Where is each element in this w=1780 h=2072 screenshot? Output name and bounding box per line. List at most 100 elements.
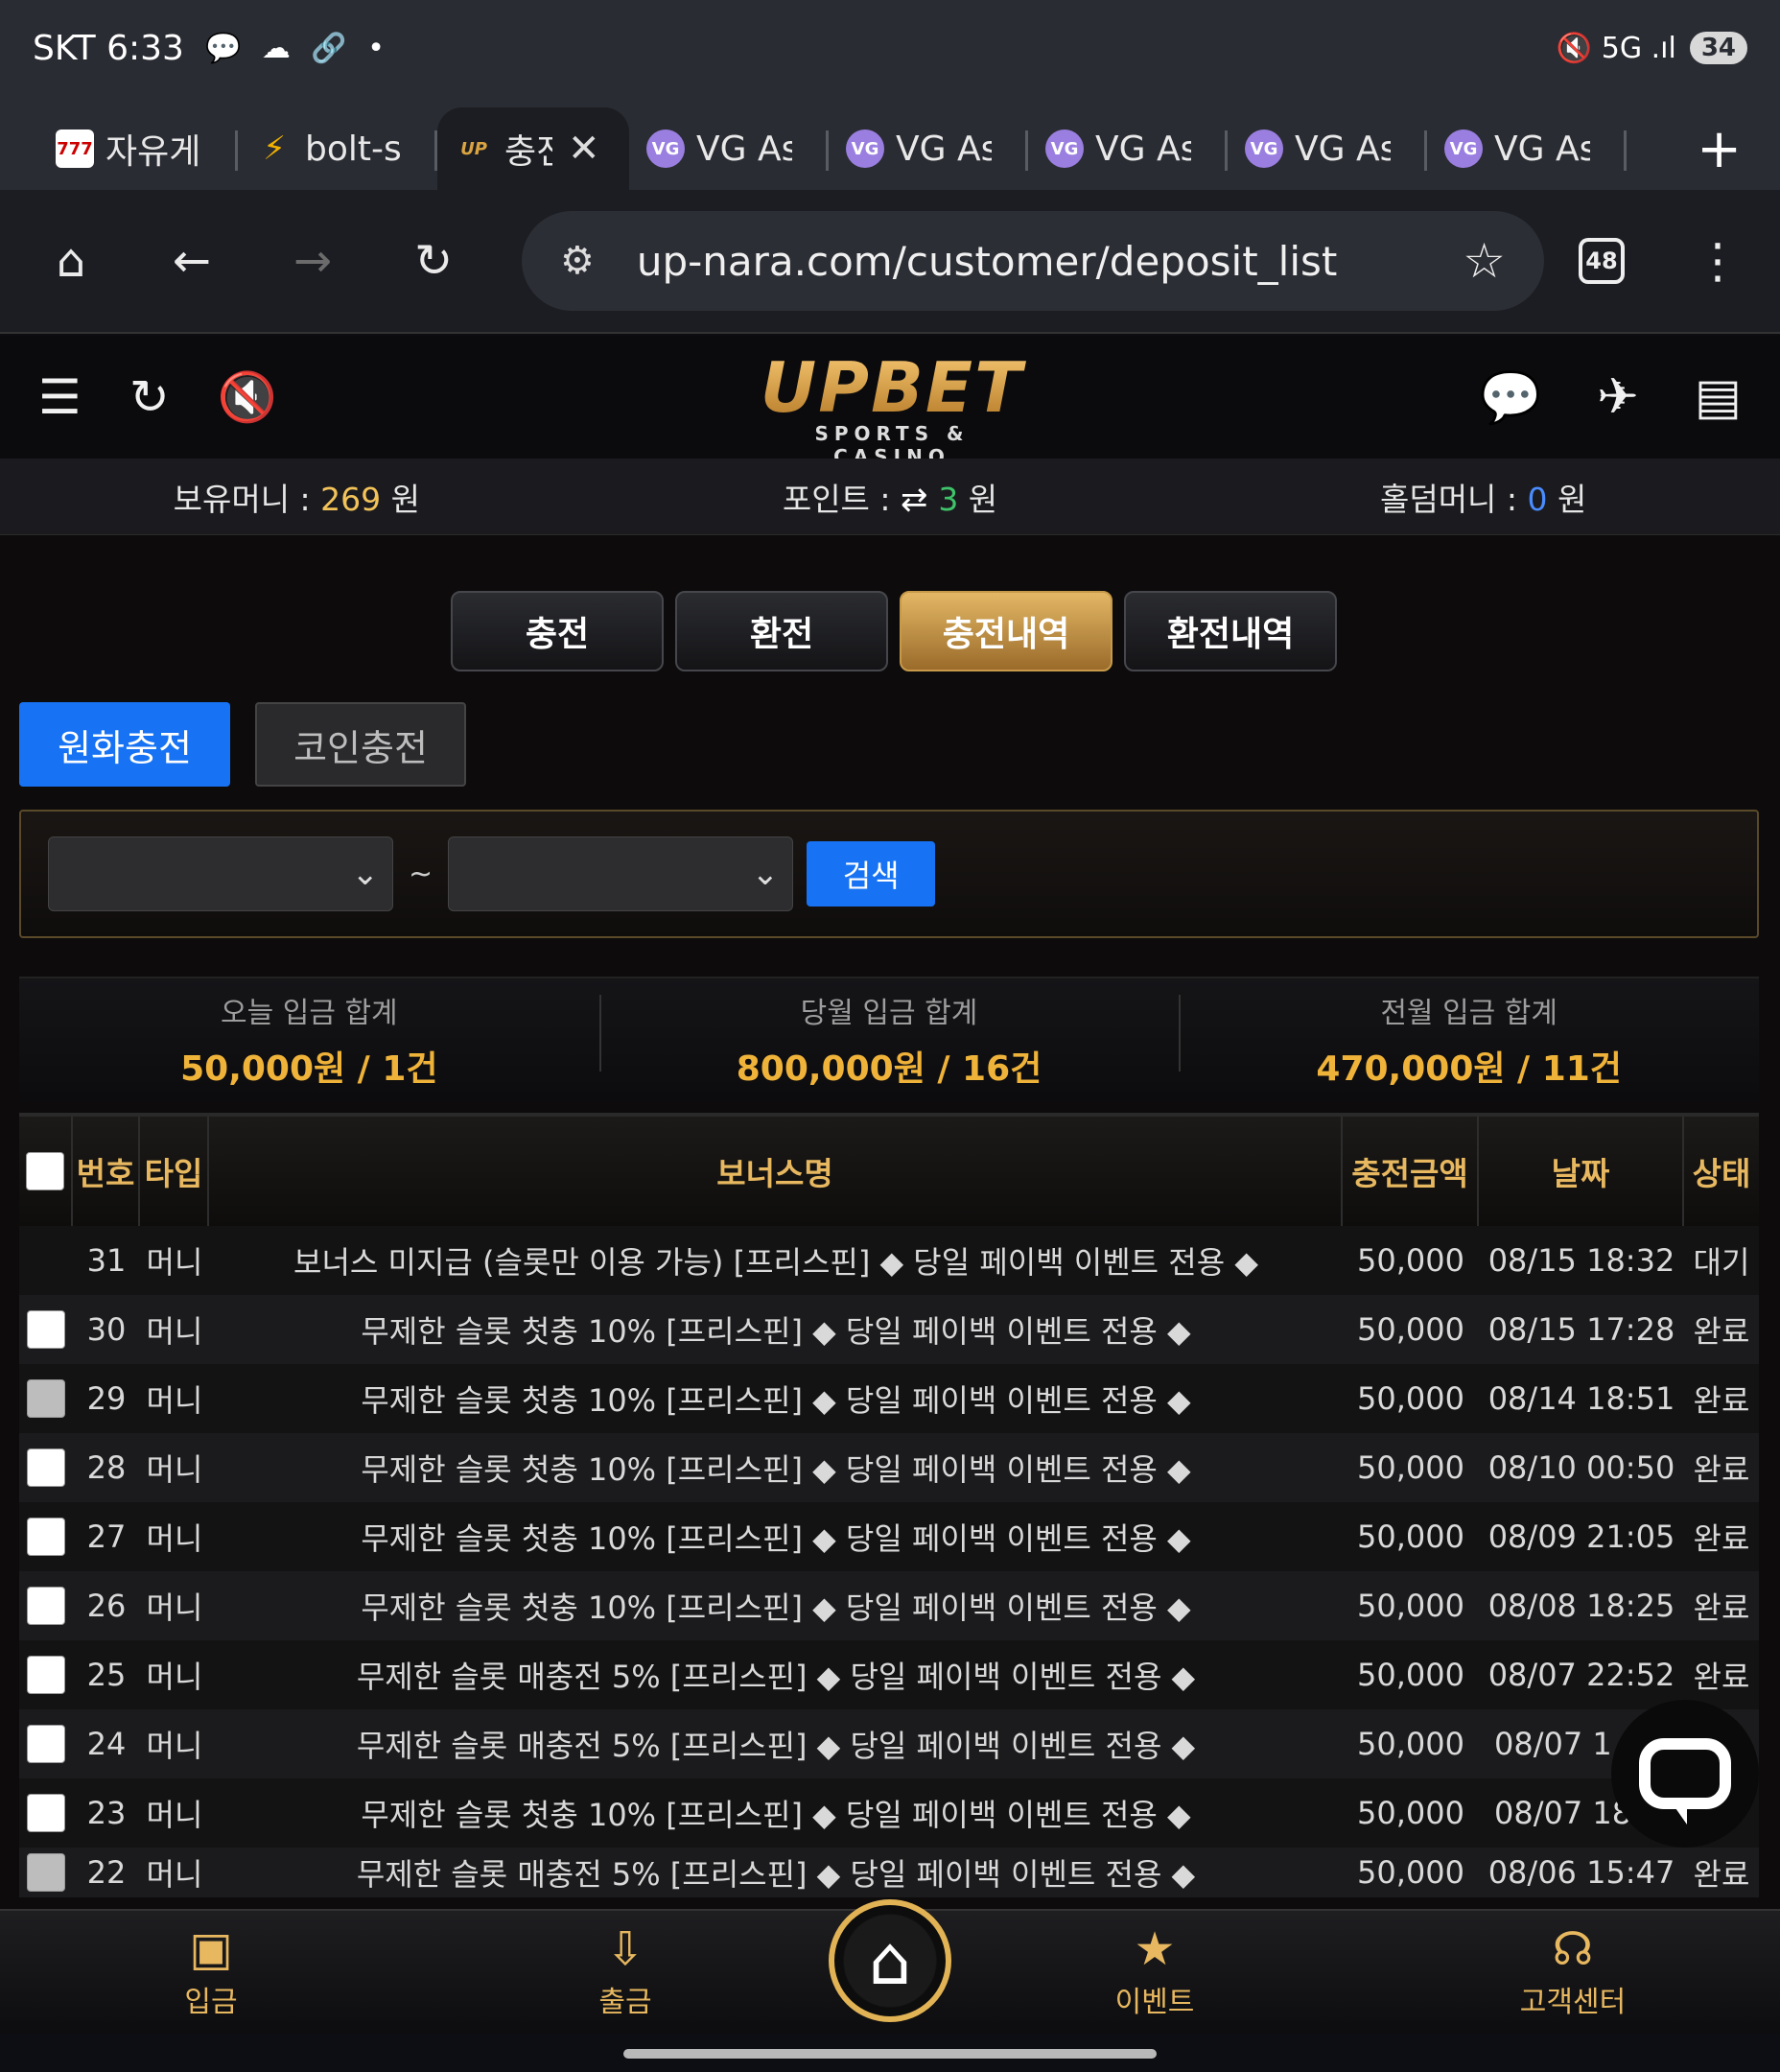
row-checkbox[interactable] bbox=[27, 1448, 65, 1487]
browser-tab[interactable]: VG VG As bbox=[629, 107, 829, 190]
tab-krw-deposit[interactable]: 원화충전 bbox=[19, 702, 230, 787]
browser-toolbar: ⌂ ← → ↻ ⚙ up-nara.com/customer/deposit_l… bbox=[0, 190, 1780, 334]
cell-no: 26 bbox=[86, 1588, 127, 1624]
cell-bonus-name: 무제한 슬롯 매충전 5% [프리스핀] ◆ 당일 페이백 이벤트 전용 ◆ bbox=[356, 1728, 1196, 1764]
address-bar[interactable]: ⚙ up-nara.com/customer/deposit_list ☆ bbox=[522, 211, 1544, 311]
row-checkbox[interactable] bbox=[27, 1518, 65, 1556]
cell-date: 08/08 18:25 bbox=[1487, 1588, 1675, 1624]
table-header: 번호 타입 보너스명 충전금액 날짜 상태 bbox=[19, 1113, 1759, 1226]
hamburger-menu-icon[interactable]: ☰ bbox=[38, 369, 82, 425]
back-icon[interactable]: ← bbox=[159, 228, 224, 294]
header-amount: 충전금액 bbox=[1343, 1117, 1479, 1226]
forward-icon[interactable]: → bbox=[280, 228, 345, 294]
search-button[interactable]: 검색 bbox=[807, 841, 936, 906]
row-checkbox[interactable] bbox=[27, 1725, 65, 1763]
table-row: 25 머니 무제한 슬롯 매충전 5% [프리스핀] ◆ 당일 페이백 이벤트 … bbox=[19, 1640, 1759, 1709]
summary-this-month: 당월 입금 합계 800,000원 / 16건 bbox=[598, 989, 1180, 1091]
gesture-handle[interactable] bbox=[623, 2049, 1157, 2059]
close-tab-icon[interactable]: ✕ bbox=[568, 127, 600, 171]
cell-amount: 50,000 bbox=[1357, 1242, 1464, 1279]
tab-deposit[interactable]: 충전 bbox=[451, 591, 664, 671]
refresh-icon[interactable]: ↻ bbox=[129, 369, 170, 425]
row-checkbox[interactable] bbox=[27, 1379, 65, 1418]
cash-icon: ▣ bbox=[189, 1922, 233, 1976]
row-checkbox[interactable] bbox=[27, 1587, 65, 1625]
nav-deposit[interactable]: ▣ 입금 bbox=[153, 1924, 269, 2020]
browser-tab[interactable]: VG VG As bbox=[1028, 107, 1228, 190]
browser-tab[interactable]: VG VG As bbox=[829, 107, 1028, 190]
cell-amount: 50,000 bbox=[1357, 1588, 1464, 1624]
vg-icon: VG bbox=[646, 130, 685, 168]
deposit-history-table: 번호 타입 보너스명 충전금액 날짜 상태 31 머니 보너스 미지급 (슬롯만… bbox=[19, 1113, 1759, 1897]
tab-withdraw[interactable]: 환전 bbox=[675, 591, 888, 671]
tab-title: 자유게 bbox=[105, 132, 201, 172]
browser-tab[interactable]: ⚡ bolt-s bbox=[238, 107, 437, 190]
chat-bubble-icon bbox=[1639, 1738, 1731, 1809]
home-button[interactable]: ⌂ bbox=[829, 1899, 951, 2022]
tab-title: bolt-s bbox=[305, 129, 401, 169]
table-row: 28 머니 무제한 슬롯 첫충 10% [프리스핀] ◆ 당일 페이백 이벤트 … bbox=[19, 1433, 1759, 1502]
cell-amount: 50,000 bbox=[1357, 1380, 1464, 1417]
tab-withdraw-history[interactable]: 환전내역 bbox=[1124, 591, 1337, 671]
swap-icon[interactable]: ⇄ bbox=[901, 481, 938, 519]
nav-support[interactable]: ☊ 고객센터 bbox=[1506, 1924, 1640, 2020]
cell-bonus-name: 무제한 슬롯 첫충 10% [프리스핀] ◆ 당일 페이백 이벤트 전용 ◆ bbox=[361, 1313, 1191, 1350]
notes-icon[interactable]: ▤ bbox=[1695, 368, 1742, 427]
tab-title: VG As bbox=[1494, 129, 1590, 169]
reload-icon[interactable]: ↻ bbox=[401, 228, 466, 294]
money-balance: 보유머니 : 269 원 bbox=[0, 474, 594, 520]
notification-icons: 💬 ☁ 🔗 • bbox=[204, 31, 390, 65]
new-tab-button[interactable]: + bbox=[1697, 107, 1742, 190]
url-text[interactable]: up-nara.com/customer/deposit_list bbox=[637, 238, 1463, 285]
site-settings-icon[interactable]: ⚙ bbox=[560, 239, 595, 283]
cell-type: 머니 bbox=[146, 1659, 203, 1695]
chat-icon[interactable]: 💬 bbox=[1480, 368, 1542, 427]
cell-status: 완료 bbox=[1693, 1451, 1750, 1488]
tab-deposit-history[interactable]: 충전내역 bbox=[900, 591, 1112, 671]
home-icon[interactable]: ⌂ bbox=[38, 228, 104, 294]
table-row: 26 머니 무제한 슬롯 첫충 10% [프리스핀] ◆ 당일 페이백 이벤트 … bbox=[19, 1571, 1759, 1640]
chevron-down-icon: ⌄ bbox=[351, 855, 380, 893]
header-bonus-name: 보너스명 bbox=[209, 1117, 1343, 1226]
cell-status: 대기 bbox=[1693, 1244, 1750, 1281]
more-menu-icon[interactable]: ⋮ bbox=[1694, 233, 1742, 289]
status-clock: SKT 6:33 bbox=[33, 28, 184, 68]
row-checkbox[interactable] bbox=[27, 1794, 65, 1832]
start-date-select[interactable]: ⌄ bbox=[48, 836, 393, 911]
bookmark-star-icon[interactable]: ☆ bbox=[1463, 233, 1506, 289]
sound-muted-icon[interactable]: 🔇 bbox=[218, 369, 277, 426]
headset-icon: ☊ bbox=[1552, 1922, 1594, 1976]
nav-event[interactable]: ★ 이벤트 bbox=[1097, 1924, 1212, 2020]
row-checkbox[interactable] bbox=[27, 1853, 65, 1892]
tab-count-button[interactable]: 48 bbox=[1579, 238, 1625, 284]
nav-withdraw[interactable]: ⇩ 출금 bbox=[568, 1924, 683, 2020]
money-label: 보유머니 : bbox=[173, 480, 321, 518]
live-chat-button[interactable] bbox=[1611, 1700, 1759, 1848]
cell-amount: 50,000 bbox=[1357, 1854, 1464, 1891]
point-value: 3 bbox=[938, 480, 959, 518]
browser-tab[interactable]: VG VG As bbox=[1427, 107, 1627, 190]
browser-tab[interactable]: 777 자유게 bbox=[38, 107, 238, 190]
cell-bonus-name: 보너스 미지급 (슬롯만 이용 가능) [프리스핀] ◆ 당일 페이백 이벤트 … bbox=[293, 1244, 1258, 1281]
cell-bonus-name: 무제한 슬롯 첫충 10% [프리스핀] ◆ 당일 페이백 이벤트 전용 ◆ bbox=[361, 1797, 1191, 1833]
cell-type: 머니 bbox=[146, 1382, 203, 1419]
site-logo[interactable]: UPBET SPORTS & CASINO bbox=[753, 353, 1031, 468]
cell-date: 08/06 15:47 bbox=[1487, 1854, 1675, 1891]
tab-coin-deposit[interactable]: 코인충전 bbox=[255, 702, 466, 787]
tab-title: VG As bbox=[896, 129, 992, 169]
table-row: 22 머니 무제한 슬롯 매충전 5% [프리스핀] ◆ 당일 페이백 이벤트 … bbox=[19, 1848, 1759, 1897]
telegram-icon[interactable]: ✈ bbox=[1597, 368, 1639, 427]
browser-tab-active[interactable]: UP 충전 ✕ bbox=[437, 107, 629, 190]
row-checkbox[interactable] bbox=[27, 1656, 65, 1694]
cell-status: 완료 bbox=[1693, 1382, 1750, 1419]
cell-type: 머니 bbox=[146, 1451, 203, 1488]
holdem-balance: 홀덤머니 : 0 원 bbox=[1186, 474, 1780, 520]
vg-icon: VG bbox=[1444, 130, 1483, 168]
select-all-checkbox[interactable] bbox=[26, 1152, 64, 1190]
browser-tab-strip: 777 자유게 ⚡ bolt-s UP 충전 ✕ VG VG As VG VG As VG V… bbox=[0, 96, 1780, 190]
holdem-value: 0 bbox=[1527, 480, 1548, 518]
end-date-select[interactable]: ⌄ bbox=[448, 836, 794, 911]
row-checkbox[interactable] bbox=[27, 1310, 65, 1349]
browser-tab[interactable]: VG VG As bbox=[1228, 107, 1427, 190]
cell-type: 머니 bbox=[146, 1589, 203, 1626]
